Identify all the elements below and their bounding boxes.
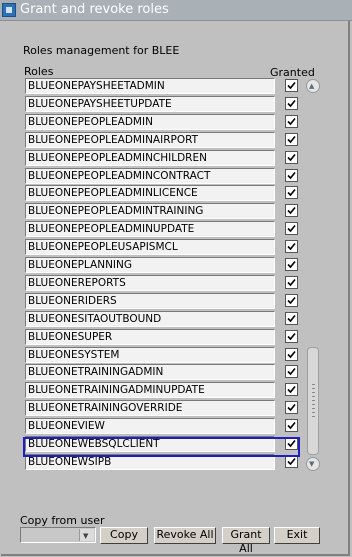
window-title: Grant and revoke roles [20,2,169,17]
checkmark-icon [287,332,296,341]
role-name-field[interactable]: BLUEONESUPER [25,329,275,345]
role-name-field[interactable]: BLUEONESITAOUTBOUND [25,311,275,327]
role-row: BLUEONESUPER [23,329,298,345]
granted-checkbox[interactable] [285,240,298,253]
granted-checkbox[interactable] [285,276,298,289]
role-name-field[interactable]: BLUEONEPEOPLEADMINCONTRACT [25,168,275,184]
checkmark-icon [287,314,296,323]
copy-from-user-combo[interactable]: ▼ [20,527,96,543]
role-name-field[interactable]: BLUEONEPEOPLEADMINTRAINING [25,203,275,219]
granted-checkbox[interactable] [285,115,298,128]
role-name-field[interactable]: BLUEONEPEOPLEADMINUPDATE [25,221,275,237]
granted-checkbox[interactable] [285,330,298,343]
role-name-field[interactable]: BLUEONEPEOPLEADMIN [25,114,275,130]
scroll-down-arrow-icon[interactable]: ▼ [306,457,320,471]
granted-checkbox[interactable] [285,294,298,307]
role-row: BLUEONEPEOPLEADMINTRAINING [23,203,298,219]
role-row: BLUEONEPAYSHEETUPDATE [23,96,298,112]
checkmark-icon [287,99,296,108]
checkmark-icon [287,153,296,162]
granted-checkbox[interactable] [285,312,298,325]
copy-from-user-label: Copy from user [20,514,105,527]
role-name-field[interactable]: BLUEONEPAYSHEETUPDATE [25,96,275,112]
granted-checkbox[interactable] [285,133,298,146]
scrollbar-thumb[interactable] [307,347,319,455]
checkmark-icon [287,278,296,287]
role-row: BLUEONETRAININGADMIN [23,364,298,380]
granted-checkbox[interactable] [285,222,298,235]
role-name-field[interactable]: BLUEONERIDERS [25,293,275,309]
granted-checkbox[interactable] [285,97,298,110]
role-row: BLUEONEPEOPLEADMIN [23,114,298,130]
focused-row-indicator [23,437,300,457]
app-window-icon[interactable] [2,3,16,17]
checkmark-icon [287,81,296,90]
role-name-field[interactable]: BLUEONEPLANNING [25,257,275,273]
role-row: BLUEONERIDERS [23,293,298,309]
checkmark-icon [287,296,296,305]
checkmark-icon [287,224,296,233]
copy-button[interactable]: Copy [100,527,148,544]
granted-checkbox[interactable] [285,419,298,432]
role-name-field[interactable]: BLUEONEPEOPLEADMINAIRPORT [25,132,275,148]
granted-checkbox[interactable] [285,258,298,271]
granted-checkbox[interactable] [285,186,298,199]
checkmark-icon [287,421,296,430]
role-name-field[interactable]: BLUEONEPAYSHEETADMIN [25,78,275,94]
role-name-field[interactable]: BLUEONESYSTEM [25,347,275,363]
role-row: BLUEONEPAYSHEETADMIN [23,78,298,94]
role-row: BLUEONEVIEW [23,418,298,434]
checkmark-icon [287,350,296,359]
scrollbar-grip [312,384,315,420]
role-row: BLUEONETRAININGOVERRIDE [23,400,298,416]
checkmark-icon [287,117,296,126]
role-name-field[interactable]: BLUEONEVIEW [25,418,275,434]
dropdown-arrow-icon[interactable]: ▼ [79,529,94,541]
role-row: BLUEONEPEOPLEADMINLICENCE [23,185,298,201]
granted-checkbox[interactable] [285,348,298,361]
scroll-up-arrow-icon[interactable]: ▲ [306,79,320,93]
granted-checkbox[interactable] [285,401,298,414]
checkmark-icon [287,260,296,269]
checkmark-icon [287,188,296,197]
granted-checkbox[interactable] [285,204,298,217]
revoke-all-button[interactable]: Revoke All [154,527,216,544]
role-row: BLUEONEPEOPLEUSAPISMCL [23,239,298,255]
checkmark-icon [287,171,296,180]
checkmark-icon [287,403,296,412]
role-name-field[interactable]: BLUEONEPEOPLEUSAPISMCL [25,239,275,255]
role-row: BLUEONEPLANNING [23,257,298,273]
checkmark-icon [287,206,296,215]
role-name-field[interactable]: BLUEONEREPORTS [25,275,275,291]
role-name-field[interactable]: BLUEONETRAININGADMIN [25,364,275,380]
role-row: BLUEONEPEOPLEADMINUPDATE [23,221,298,237]
granted-checkbox[interactable] [285,383,298,396]
role-row: BLUEONEREPORTS [23,275,298,291]
role-name-field[interactable]: BLUEONETRAININGOVERRIDE [25,400,275,416]
granted-checkbox[interactable] [285,169,298,182]
grant-all-button[interactable]: Grant All [222,527,270,555]
role-row: BLUEONEPEOPLEADMINCONTRACT [23,168,298,184]
granted-checkbox[interactable] [285,151,298,164]
role-row: BLUEONEPEOPLEADMINAIRPORT [23,132,298,148]
role-name-field[interactable]: BLUEONETRAININGADMINUPDATE [25,382,275,398]
role-name-field[interactable]: BLUEONEPEOPLEADMINLICENCE [25,185,275,201]
granted-checkbox[interactable] [285,365,298,378]
title-bar: Grant and revoke roles [0,0,352,21]
exit-button[interactable]: Exit [274,527,320,544]
roles-management-label: Roles management for BLEE [23,44,180,57]
role-row: BLUEONEPEOPLEADMINCHILDREN [23,150,298,166]
role-row: BLUEONESITAOUTBOUND [23,311,298,327]
role-row: BLUEONETRAININGADMINUPDATE [23,382,298,398]
role-name-field[interactable]: BLUEONEPEOPLEADMINCHILDREN [25,150,275,166]
checkmark-icon [287,385,296,394]
checkmark-icon [287,135,296,144]
checkmark-icon [287,367,296,376]
granted-checkbox[interactable] [285,79,298,92]
checkmark-icon [287,242,296,251]
checkmark-icon [287,457,296,466]
role-row: BLUEONESYSTEM [23,347,298,363]
roles-column-header: Roles [24,65,54,78]
